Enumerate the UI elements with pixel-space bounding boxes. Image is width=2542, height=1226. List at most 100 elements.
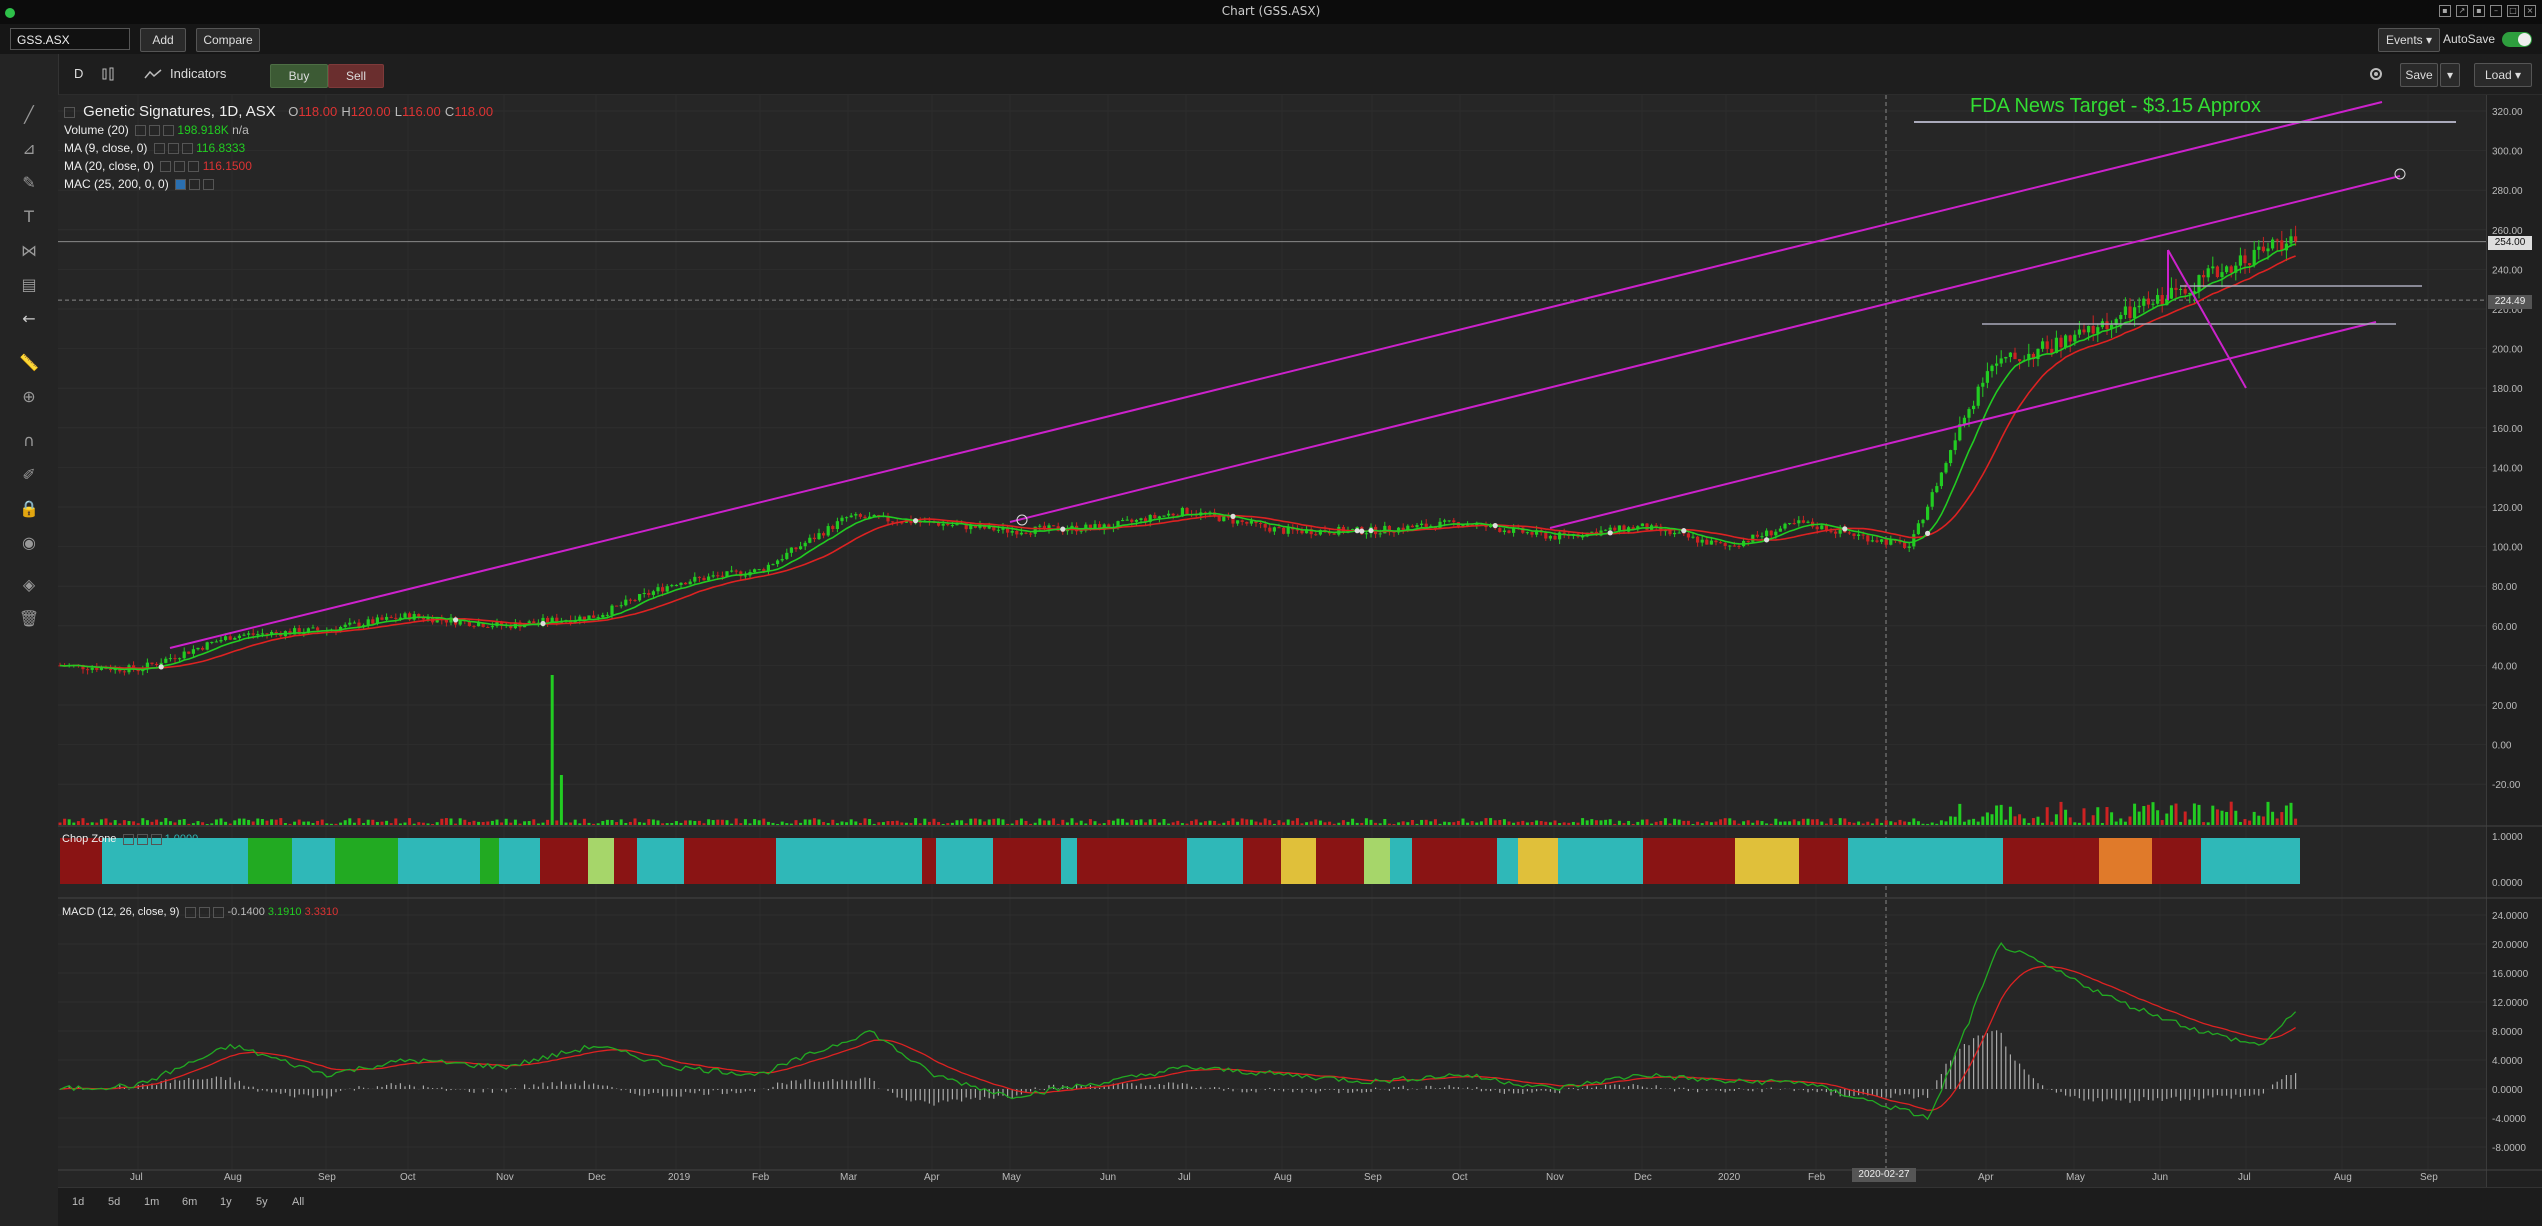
candle-body — [1314, 534, 1318, 536]
candle-body — [937, 522, 941, 526]
volume-bar — [1930, 822, 1934, 825]
volume-bar — [228, 823, 232, 825]
volume-bar — [2165, 813, 2169, 825]
candle-body — [670, 585, 674, 587]
symbol-title: Genetic Signatures, 1D, ASX — [83, 103, 276, 120]
candle-body — [205, 642, 209, 650]
volume-bar — [969, 818, 973, 825]
remove-icon[interactable] — [213, 906, 225, 918]
visibility-icon[interactable] — [136, 833, 148, 845]
visibility-icon[interactable] — [174, 161, 186, 173]
settings-icon[interactable] — [160, 161, 172, 173]
volume-bar — [1282, 822, 1286, 825]
candle-body — [707, 576, 711, 581]
range-6m[interactable]: 6m — [182, 1196, 197, 1208]
y-tick-label: 0.00 — [2492, 741, 2512, 752]
settings-icon[interactable] — [135, 125, 147, 137]
volume-bar — [1544, 821, 1548, 825]
candle-body — [1378, 533, 1382, 535]
volume-bar — [1558, 823, 1562, 825]
volume-bar — [1125, 822, 1129, 825]
volume-bar — [996, 818, 1000, 825]
volume-bar — [1157, 822, 1161, 825]
volume-bar — [711, 820, 715, 825]
volume-bar — [1484, 818, 1488, 825]
volume-bar — [559, 775, 563, 825]
range-1y[interactable]: 1y — [220, 1196, 232, 1208]
chop-bar — [1620, 838, 1643, 884]
ma20-line — [59, 255, 2296, 670]
visibility-icon[interactable] — [167, 143, 179, 155]
visibility-icon[interactable] — [149, 125, 161, 137]
volume-bar — [1571, 821, 1575, 825]
remove-icon[interactable] — [181, 143, 193, 155]
settings-icon[interactable] — [153, 143, 165, 155]
remove-icon[interactable] — [150, 833, 162, 845]
candle-body — [490, 626, 494, 628]
candle-body — [2289, 236, 2293, 244]
fda-target-annotation[interactable]: FDA News Target - $3.15 Approx — [1970, 95, 2261, 118]
volume-bar — [1636, 821, 1640, 825]
volume-bar — [2197, 804, 2201, 825]
volume-bar — [1631, 823, 1635, 825]
candle-body — [1774, 531, 1778, 536]
range-all[interactable]: All — [292, 1196, 304, 1208]
volume-bar — [1254, 821, 1258, 825]
candle-body — [2271, 239, 2275, 249]
volume-bar — [150, 821, 154, 825]
volume-bar — [237, 818, 241, 825]
visibility-icon[interactable] — [199, 906, 211, 918]
volume-bar — [1337, 822, 1341, 825]
candle-body — [1967, 409, 1971, 418]
y-tick-label: 40.00 — [2492, 661, 2517, 672]
volume-bar — [1332, 823, 1336, 825]
collapse-icon[interactable] — [64, 106, 75, 118]
candle-body — [817, 533, 821, 540]
candle-body — [1801, 520, 1805, 523]
volume-bar — [651, 819, 655, 825]
volume-bar — [1070, 818, 1074, 825]
candle-body — [260, 633, 264, 635]
candle-body — [1751, 534, 1755, 542]
volume-bar — [1010, 823, 1014, 825]
volume-bar — [1604, 819, 1608, 825]
remove-icon[interactable] — [163, 125, 175, 137]
candle-body — [642, 593, 646, 595]
volume-bar — [1530, 822, 1534, 825]
candle-body — [1792, 523, 1796, 525]
settings-icon[interactable] — [185, 906, 197, 918]
remove-icon[interactable] — [188, 161, 200, 173]
volume-bar — [2077, 822, 2081, 825]
volume-bar — [973, 818, 977, 825]
volume-bar — [426, 823, 430, 825]
candle-body — [1788, 523, 1792, 525]
candle-body — [1949, 450, 1953, 464]
settings-icon[interactable] — [175, 179, 187, 191]
settings-icon[interactable] — [122, 833, 134, 845]
volume-bar — [1622, 823, 1626, 825]
volume-bar — [665, 823, 669, 825]
volume-bar — [702, 823, 706, 825]
volume-bar — [757, 820, 761, 825]
volume-bar — [817, 819, 821, 825]
candle-body — [109, 668, 113, 671]
remove-icon[interactable] — [203, 179, 215, 191]
close-label: C — [444, 104, 455, 119]
volume-bar — [1953, 816, 1957, 825]
volume-bar — [918, 823, 922, 825]
volume-bar — [743, 819, 747, 825]
volume-bar — [2054, 814, 2058, 825]
volume-bar — [1880, 822, 1884, 825]
candle-body — [274, 631, 278, 633]
range-1m[interactable]: 1m — [144, 1196, 159, 1208]
range-5y[interactable]: 5y — [256, 1196, 268, 1208]
volume-bar — [1180, 823, 1184, 825]
volume-bar — [463, 819, 467, 825]
volume-bar — [1065, 822, 1069, 825]
candle-body — [2105, 321, 2109, 330]
range-1d[interactable]: 1d — [72, 1196, 84, 1208]
range-5d[interactable]: 5d — [108, 1196, 120, 1208]
volume-bar — [886, 821, 890, 825]
candle-body — [1723, 543, 1727, 546]
visibility-icon[interactable] — [189, 179, 201, 191]
